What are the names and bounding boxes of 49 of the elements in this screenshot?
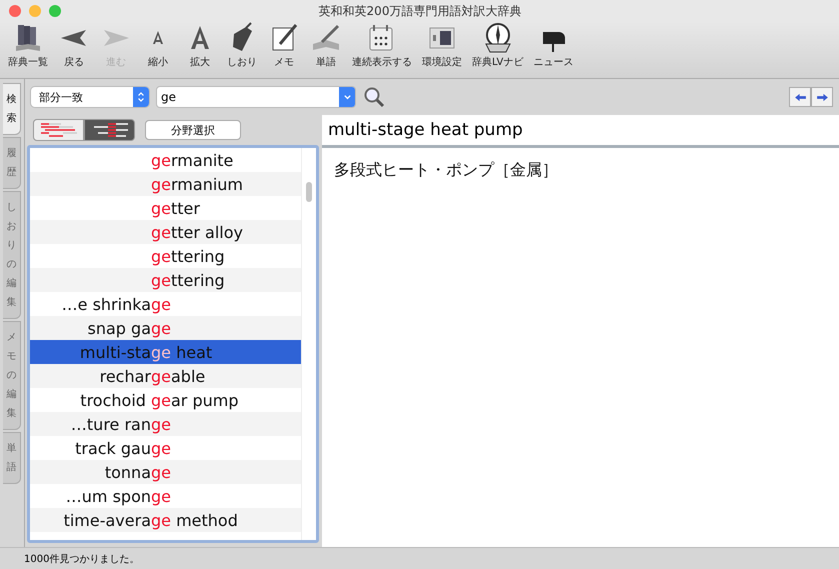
result-item[interactable]: rechargeable — [30, 364, 301, 388]
side-tab[interactable]: 検索 — [3, 83, 21, 135]
side-tab[interactable]: 単語 — [3, 432, 21, 484]
scrollbar-thumb[interactable] — [306, 182, 312, 202]
toolbar-button[interactable]: メモ — [264, 22, 304, 69]
result-item[interactable]: germanite — [30, 148, 301, 172]
result-item[interactable]: getter — [30, 196, 301, 220]
toolbar-button[interactable]: 縮小 — [138, 22, 178, 69]
left-arrow-icon — [794, 92, 806, 102]
toolbar-button[interactable]: ニュース — [529, 22, 578, 69]
view-mode-button[interactable] — [33, 119, 84, 141]
result-item[interactable]: snap gage — [30, 316, 301, 340]
match-mode-select[interactable]: 部分一致 — [31, 87, 149, 107]
result-item[interactable]: …um sponge — [30, 484, 301, 508]
previous-button[interactable] — [789, 87, 811, 107]
stepper-icon — [133, 87, 149, 107]
toolbar-button[interactable]: 辞典LVナビ — [468, 22, 528, 69]
side-tab[interactable]: しおりの編集 — [3, 191, 21, 319]
result-item[interactable]: tonnage — [30, 460, 301, 484]
field-select-button[interactable]: 分野選択 — [145, 120, 241, 140]
toolbar-button[interactable]: 連続表示する — [348, 22, 416, 69]
entry-translation: 多段式ヒート・ポンプ［金属］ — [333, 159, 559, 181]
search-icon[interactable] — [363, 86, 385, 108]
search-field[interactable]: ge — [157, 87, 355, 107]
result-item[interactable]: germanium — [30, 172, 301, 196]
result-item[interactable]: multi-stage heat — [30, 340, 301, 364]
next-button[interactable] — [811, 87, 833, 107]
side-tab[interactable]: 履歴 — [3, 137, 21, 189]
result-item[interactable]: time-average method — [30, 508, 301, 532]
status-text: 1000件見つかりました。 — [24, 552, 140, 566]
result-item[interactable]: getter alloy — [30, 220, 301, 244]
view-mode-button[interactable] — [84, 119, 135, 141]
result-item[interactable]: gettering — [30, 244, 301, 268]
result-item[interactable]: gettering — [30, 268, 301, 292]
side-tab[interactable]: メモの編集 — [3, 321, 21, 430]
toolbar-button[interactable]: 戻る — [54, 22, 94, 69]
toolbar-button[interactable]: 辞典一覧 — [4, 22, 52, 69]
dropdown-icon — [339, 87, 355, 107]
result-item[interactable]: …e shrinkage — [30, 292, 301, 316]
result-item[interactable]: track gauge — [30, 436, 301, 460]
right-arrow-icon — [816, 92, 828, 102]
window-title: 英和和英200万語専門用語対訳大辞典 — [318, 2, 522, 20]
toolbar-button[interactable]: 環境設定 — [418, 22, 466, 69]
toolbar-button[interactable]: 単語 — [306, 22, 346, 69]
toolbar-button[interactable]: 拡大 — [180, 22, 220, 69]
result-item[interactable]: …ture range — [30, 412, 301, 436]
toolbar-button[interactable]: しおり — [222, 22, 262, 69]
close-button[interactable] — [9, 5, 21, 17]
result-item[interactable]: trochoid gear pump — [30, 388, 301, 412]
